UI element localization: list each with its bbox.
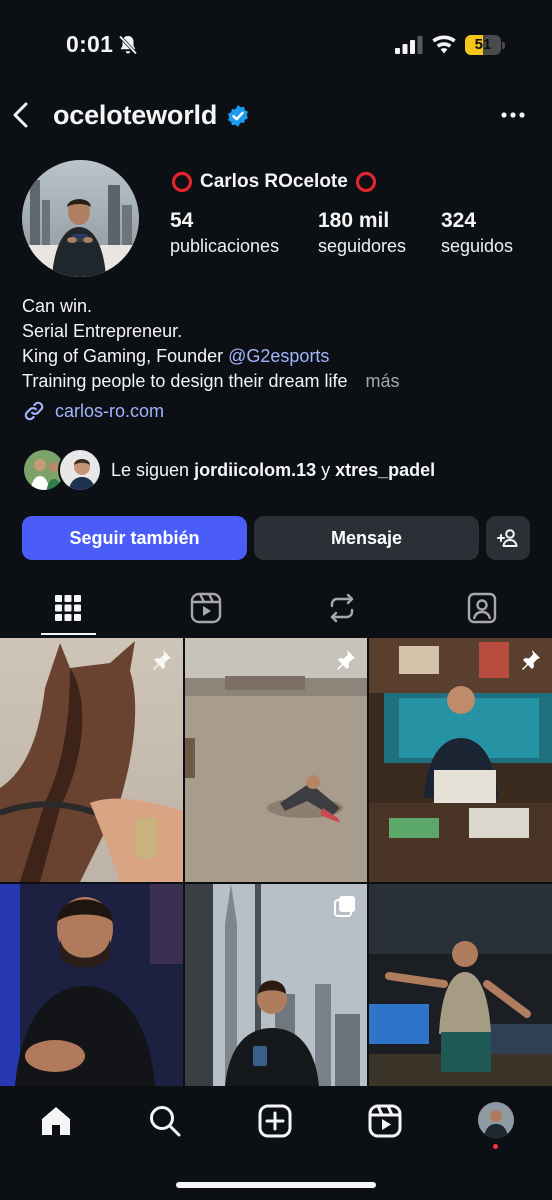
stat-posts-count: 54 bbox=[170, 209, 194, 232]
stat-following[interactable]: 324 seguidos bbox=[441, 209, 513, 257]
add-person-icon bbox=[497, 529, 518, 547]
header-username: oceloteworld bbox=[53, 100, 218, 130]
pin-icon bbox=[522, 650, 540, 670]
status-time: 0:01 bbox=[66, 31, 114, 57]
post-image bbox=[0, 638, 183, 882]
post-image bbox=[0, 884, 183, 1086]
home-indicator bbox=[176, 1182, 376, 1188]
create-post-icon[interactable] bbox=[258, 1104, 292, 1138]
pin-icon bbox=[153, 650, 171, 670]
post-thumbnail[interactable] bbox=[185, 638, 367, 882]
stat-posts-label: publicaciones bbox=[170, 236, 280, 256]
profile-display-name: Carlos ROcelote bbox=[170, 170, 378, 194]
profile-bio: Can win. Serial Entrepreneur. King of Ga… bbox=[22, 294, 532, 394]
grid-icon bbox=[55, 595, 81, 621]
followed-by-row[interactable]: Le siguen jordiicolom.13 y xtres_padel bbox=[22, 448, 532, 496]
stat-posts[interactable]: 54 publicaciones bbox=[170, 209, 279, 257]
post-image bbox=[369, 638, 552, 882]
bio-mention-link[interactable]: @G2esports bbox=[228, 346, 329, 366]
pin-icon bbox=[337, 650, 355, 670]
posts-grid bbox=[0, 638, 552, 1086]
profile-avatar-tab[interactable] bbox=[478, 1102, 514, 1138]
profile-tabs bbox=[0, 580, 552, 638]
post-thumbnail[interactable] bbox=[0, 638, 183, 882]
followed-by-conjunction: y bbox=[316, 460, 336, 480]
followed-by-user: jordiicolom.13 bbox=[194, 460, 317, 480]
bell-slash-icon bbox=[118, 35, 138, 55]
post-image bbox=[185, 638, 367, 882]
display-name-text: Carlos ROcelote bbox=[200, 171, 348, 192]
website-link-text: carlos-ro.com bbox=[55, 400, 165, 421]
profile-avatar[interactable] bbox=[22, 160, 139, 277]
battery-icon: 51 bbox=[465, 33, 505, 57]
bio-more-link[interactable]: más bbox=[366, 371, 400, 391]
more-options-icon[interactable] bbox=[498, 102, 528, 128]
notification-dot bbox=[493, 1144, 498, 1149]
post-thumbnail[interactable] bbox=[0, 884, 183, 1086]
reels-icon[interactable] bbox=[368, 1104, 402, 1138]
followed-by-text: Le siguen jordiicolom.13 y xtres_padel bbox=[111, 460, 435, 481]
battery-percent: 51 bbox=[474, 36, 492, 53]
stat-following-label: seguidos bbox=[441, 236, 514, 256]
verified-badge-icon bbox=[228, 105, 248, 127]
bottom-navigation bbox=[0, 1086, 552, 1200]
reels-icon bbox=[190, 592, 222, 624]
home-icon[interactable] bbox=[39, 1104, 73, 1138]
follow-back-button[interactable]: Seguir también bbox=[22, 516, 247, 560]
stat-following-count: 324 bbox=[441, 209, 477, 232]
tab-tagged[interactable] bbox=[464, 590, 500, 626]
active-tab-indicator bbox=[41, 633, 96, 635]
nav-avatar-image bbox=[478, 1102, 514, 1138]
tagged-icon bbox=[467, 592, 497, 624]
back-arrow-icon[interactable] bbox=[10, 100, 34, 130]
link-icon bbox=[24, 401, 44, 421]
reposts-icon bbox=[330, 593, 354, 623]
followed-by-user: xtres_padel bbox=[335, 460, 436, 480]
post-thumbnail[interactable] bbox=[185, 884, 367, 1086]
message-button[interactable]: Mensaje bbox=[254, 516, 479, 560]
post-thumbnail[interactable] bbox=[369, 884, 552, 1086]
avatar-photo bbox=[22, 160, 139, 277]
bio-line: Serial Entrepreneur. bbox=[22, 321, 183, 341]
status-bar: 0:01 51 bbox=[0, 0, 552, 90]
suggested-users-button[interactable] bbox=[486, 516, 530, 560]
stat-followers-label: seguidores bbox=[318, 236, 407, 256]
bio-line: Can win. bbox=[22, 296, 93, 316]
bio-line: Training people to design their dream li… bbox=[22, 369, 532, 394]
bio-line-text: King of Gaming, Founder bbox=[22, 346, 229, 366]
red-circle-icon bbox=[355, 171, 376, 193]
red-circle-icon bbox=[171, 171, 193, 193]
wifi-icon bbox=[432, 35, 456, 54]
post-image bbox=[369, 884, 552, 1086]
stat-followers-count: 180 mil bbox=[318, 209, 390, 232]
post-thumbnail[interactable] bbox=[369, 638, 552, 882]
bio-line: King of Gaming, Founder @G2esports bbox=[22, 344, 532, 369]
profile-website-link[interactable]: carlos-ro.com bbox=[22, 399, 164, 423]
bio-line-text: Training people to design their dream li… bbox=[22, 371, 348, 391]
tab-grid[interactable] bbox=[50, 590, 86, 626]
multiple-photos-icon bbox=[334, 896, 355, 917]
search-icon[interactable] bbox=[148, 1104, 182, 1138]
stat-followers[interactable]: 180 mil seguidores bbox=[318, 209, 406, 257]
follower-avatar bbox=[58, 448, 102, 492]
tab-reposts[interactable] bbox=[324, 590, 360, 626]
tab-reels[interactable] bbox=[188, 590, 224, 626]
profile-header: oceloteworld bbox=[0, 90, 552, 142]
signal-icon bbox=[395, 36, 423, 54]
followed-by-prefix: Le siguen bbox=[111, 460, 195, 480]
